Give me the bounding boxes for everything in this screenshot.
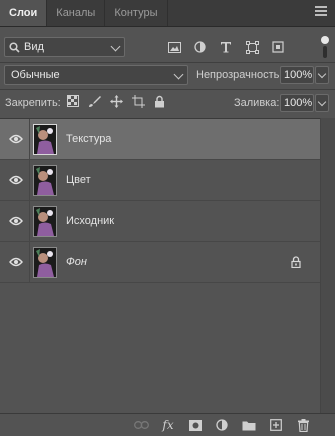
- layer-row-texture[interactable]: Текстура: [0, 119, 320, 160]
- lock-image-pixels-icon[interactable]: [88, 95, 101, 108]
- shape-filter-icon[interactable]: [244, 39, 260, 55]
- type-filter-icon[interactable]: [218, 39, 234, 55]
- filter-icon-group: [166, 38, 286, 56]
- lock-label: Закрепить:: [5, 97, 61, 109]
- search-icon: [9, 41, 20, 53]
- blend-mode-select[interactable]: Обычные: [4, 65, 188, 85]
- divider: [29, 119, 30, 160]
- layer-thumbnail: [33, 206, 57, 237]
- adjustment-layer-icon[interactable]: [214, 417, 230, 433]
- visibility-eye-icon[interactable]: [9, 174, 23, 186]
- new-layer-icon[interactable]: [268, 417, 284, 433]
- layer-thumbnail: [33, 165, 57, 196]
- divider: [29, 242, 30, 283]
- lock-artboard-icon[interactable]: [132, 95, 145, 108]
- layer-filter-select[interactable]: Вид: [4, 37, 125, 57]
- layer-name[interactable]: Текстура: [66, 133, 111, 145]
- divider: [29, 201, 30, 242]
- fill-label: Заливка:: [234, 97, 280, 109]
- layer-filter-label: Вид: [24, 41, 44, 53]
- chevron-down-icon: [317, 97, 327, 107]
- fill-input[interactable]: 100%: [280, 94, 314, 112]
- lock-all-icon[interactable]: [154, 95, 165, 108]
- smart-object-filter-icon[interactable]: [270, 39, 286, 55]
- divider: [0, 62, 335, 63]
- tab-paths[interactable]: Контуры: [105, 0, 168, 26]
- image-filter-icon[interactable]: [166, 39, 182, 55]
- link-layers-icon[interactable]: [133, 417, 149, 433]
- layer-thumbnail: [33, 124, 57, 155]
- opacity-input[interactable]: 100%: [280, 66, 314, 84]
- layer-name[interactable]: Цвет: [66, 174, 91, 186]
- layer-name[interactable]: Фон: [66, 256, 87, 268]
- filter-toggle[interactable]: [321, 36, 329, 58]
- layer-row-source[interactable]: Исходник: [0, 201, 320, 242]
- layer-row-background[interactable]: Фон: [0, 242, 320, 283]
- chevron-down-icon: [110, 41, 121, 52]
- layers-bottom-toolbar: fx: [0, 413, 335, 436]
- visibility-eye-icon[interactable]: [9, 133, 23, 145]
- lock-icon[interactable]: [291, 256, 301, 268]
- panel-tab-bar: Слои Каналы Контуры: [0, 0, 335, 27]
- divider: [0, 89, 335, 90]
- add-mask-icon[interactable]: [187, 417, 203, 433]
- fill-dropdown[interactable]: [315, 94, 329, 112]
- lock-icon-group: [67, 95, 165, 108]
- layers-list: Текстура Цвет Исходник Фон: [0, 118, 335, 414]
- delete-layer-icon[interactable]: [295, 417, 311, 433]
- visibility-eye-icon[interactable]: [9, 256, 23, 268]
- tab-layers[interactable]: Слои: [0, 0, 48, 26]
- blend-mode-label: Обычные: [11, 69, 60, 81]
- layer-row-color[interactable]: Цвет: [0, 160, 320, 201]
- opacity-dropdown[interactable]: [315, 66, 329, 84]
- layers-scrollbar[interactable]: [320, 118, 335, 413]
- new-group-icon[interactable]: [241, 417, 257, 433]
- tab-channels[interactable]: Каналы: [47, 0, 106, 26]
- panel-menu-icon[interactable]: [315, 6, 327, 18]
- opacity-label: Непрозрачность:: [196, 69, 283, 81]
- chevron-down-icon: [317, 69, 327, 79]
- lock-transparent-pixels-icon[interactable]: [67, 95, 79, 107]
- layer-thumbnail: [33, 247, 57, 278]
- layer-name[interactable]: Исходник: [66, 215, 114, 227]
- visibility-eye-icon[interactable]: [9, 215, 23, 227]
- add-style-icon[interactable]: fx: [160, 417, 176, 433]
- adjustment-filter-icon[interactable]: [192, 39, 208, 55]
- divider: [29, 160, 30, 201]
- lock-position-icon[interactable]: [110, 95, 123, 108]
- chevron-down-icon: [173, 69, 184, 80]
